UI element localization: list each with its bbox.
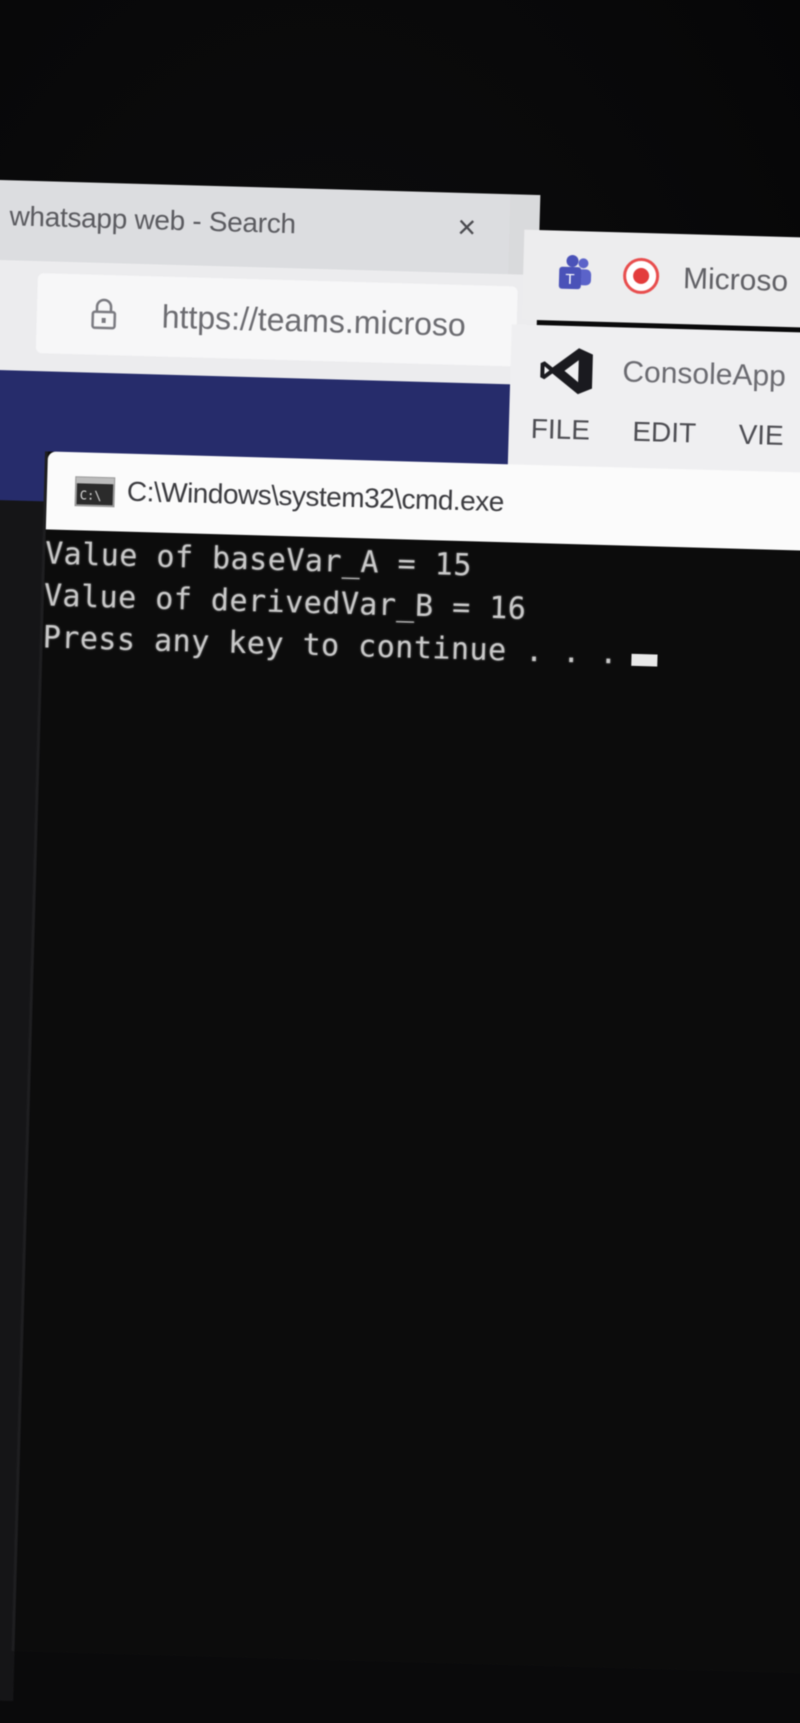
tab-close-icon[interactable]: × xyxy=(457,209,477,246)
address-url: https://teams.microso xyxy=(161,298,467,344)
cmd-window[interactable]: C:\ C:\Windows\system32\cmd.exe Value of… xyxy=(14,451,800,1674)
address-bar[interactable]: https://teams.microso xyxy=(35,273,518,367)
lock-icon xyxy=(91,298,117,330)
vs-menu-bar: FILE EDIT VIE xyxy=(530,413,800,453)
svg-text:T: T xyxy=(565,271,575,288)
browser-tab-strip: whatsapp web - Search × xyxy=(0,179,541,276)
vs-window-title: ConsoleApp xyxy=(621,355,787,394)
svg-text:C:\: C:\ xyxy=(80,488,102,503)
menu-view[interactable]: VIE xyxy=(738,419,784,452)
cmd-icon: C:\ xyxy=(74,476,116,508)
teams-tab-strip[interactable]: T Microso xyxy=(521,229,800,329)
visual-studio-icon xyxy=(540,348,593,395)
cmd-window-title: C:\Windows\system32\cmd.exe xyxy=(126,475,505,518)
menu-file[interactable]: FILE xyxy=(530,413,590,447)
console-output[interactable]: Value of baseVar_A = 15 Value of derived… xyxy=(42,533,800,681)
browser-tab-title: whatsapp web - Search xyxy=(9,200,297,240)
teams-tab-title: Microso xyxy=(682,262,789,299)
teams-icon: T xyxy=(558,255,592,290)
monitor-screen: whatsapp web - Search × https://teams.mi… xyxy=(0,0,800,1701)
browser-toolbar: https://teams.microso xyxy=(0,259,539,386)
browser-tab[interactable]: whatsapp web - Search × xyxy=(0,179,511,275)
menu-edit[interactable]: EDIT xyxy=(632,416,697,450)
text-cursor xyxy=(631,653,658,667)
record-icon[interactable] xyxy=(622,257,660,295)
